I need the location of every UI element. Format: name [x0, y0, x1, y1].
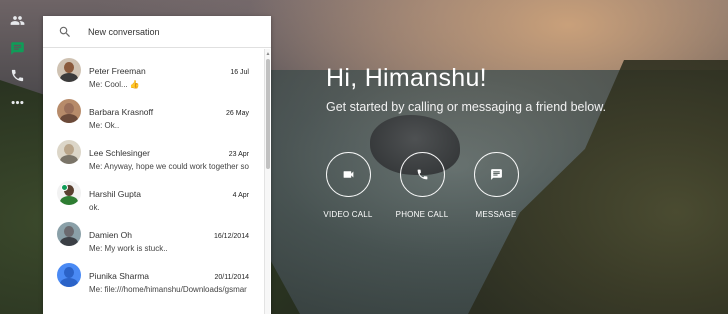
message-label: MESSAGE — [475, 210, 517, 219]
conversation-snippet: Me: file:///home/himanshu/Downloads/gsma… — [89, 285, 247, 294]
scroll-up-icon[interactable]: ▲ — [265, 51, 271, 57]
conversation-date: 26 May — [226, 110, 249, 117]
message-button[interactable]: MESSAGE — [461, 152, 531, 219]
video-call-circle[interactable] — [325, 152, 371, 197]
avatar — [57, 99, 81, 123]
conversation-date: 20/11/2014 — [214, 274, 249, 281]
video-call-button[interactable]: VIDEO CALL — [313, 152, 383, 219]
conversation-item[interactable]: Barbara Krasnoff 26 May Me: Ok.. — [43, 90, 263, 131]
greeting-subtitle: Get started by calling or messaging a fr… — [326, 100, 607, 114]
conversation-name: Peter Freeman — [89, 66, 146, 76]
action-buttons: VIDEO CALL PHONE CALL MESSAGE — [0, 152, 728, 232]
thumbs-up-icon: 👍 — [129, 80, 140, 89]
video-call-label: VIDEO CALL — [323, 210, 373, 219]
conversation-name: Barbara Krasnoff — [89, 107, 154, 117]
conversation-snippet: Me: Ok.. — [89, 121, 120, 130]
conversation-item[interactable]: Piunika Sharma 20/11/2014 Me: file:///ho… — [43, 254, 263, 295]
phone-call-button[interactable]: PHONE CALL — [387, 152, 457, 219]
greeting-title: Hi, Himanshu! — [326, 64, 487, 92]
video-icon — [343, 171, 353, 178]
conversation-snippet: Me: My work is stuck.. — [89, 244, 168, 253]
avatar — [57, 58, 81, 82]
contacts-icon[interactable] — [8, 11, 26, 29]
more-icon[interactable] — [8, 93, 26, 111]
phone-icon — [417, 169, 427, 180]
conversation-date: 16/12/2014 — [213, 233, 249, 240]
phone-call-circle[interactable] — [399, 152, 445, 197]
search-icon[interactable] — [58, 25, 72, 39]
avatar — [57, 263, 81, 287]
phone-icon[interactable] — [8, 66, 26, 84]
search-bar — [43, 16, 271, 48]
conversation-item[interactable]: Peter Freeman 16 Jul Me: Cool... 👍 — [43, 49, 263, 90]
conversation-name: Piunika Sharma — [89, 271, 150, 281]
message-circle[interactable] — [473, 152, 519, 197]
greeting: Hi, Himanshu! Get started by calling or … — [326, 64, 606, 114]
conversation-date: 16 Jul — [230, 69, 249, 76]
message-icon — [490, 169, 502, 180]
phone-call-label: PHONE CALL — [395, 210, 449, 219]
conversation-snippet: Me: Cool... 👍 — [89, 80, 140, 89]
search-input[interactable] — [88, 26, 248, 37]
chat-icon[interactable] — [8, 39, 26, 57]
